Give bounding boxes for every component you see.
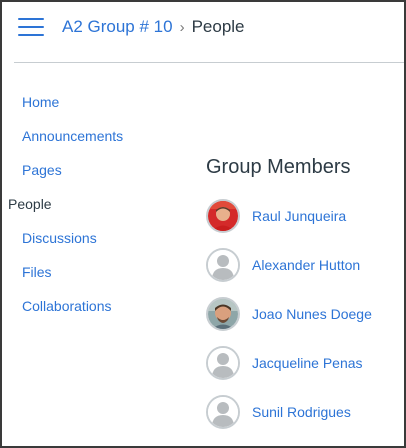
- member-row[interactable]: Sunil Rodrigues: [206, 395, 351, 429]
- member-name[interactable]: Joao Nunes Doege: [252, 306, 372, 322]
- member-row[interactable]: Alexander Hutton: [206, 248, 360, 282]
- user-photo-icon: [208, 201, 238, 231]
- user-photo-icon: [208, 299, 238, 329]
- member-name[interactable]: Jacqueline Penas: [252, 355, 363, 371]
- nav-item-people[interactable]: People: [8, 194, 52, 214]
- app-frame: A2 Group # 10 › People Home Announcement…: [0, 0, 406, 448]
- header: A2 Group # 10 › People: [2, 2, 404, 62]
- default-user-icon: [208, 348, 238, 378]
- member-avatar: [206, 199, 240, 233]
- member-avatar: [206, 346, 240, 380]
- hamburger-menu-icon[interactable]: [18, 16, 44, 38]
- breadcrumb: A2 Group # 10 › People: [62, 16, 245, 38]
- chevron-right-icon: ›: [179, 18, 185, 36]
- member-avatar: [206, 248, 240, 282]
- nav-item-announcements[interactable]: Announcements: [22, 126, 123, 146]
- header-divider: [14, 62, 404, 63]
- nav-item-pages[interactable]: Pages: [22, 160, 62, 180]
- member-avatar: [206, 297, 240, 331]
- breadcrumb-group-link[interactable]: A2 Group # 10: [62, 17, 173, 37]
- hamburger-line: [18, 18, 44, 20]
- nav-item-home[interactable]: Home: [22, 92, 59, 112]
- member-row[interactable]: Raul Junqueira: [206, 199, 346, 233]
- default-user-icon: [208, 397, 238, 427]
- member-name[interactable]: Raul Junqueira: [252, 208, 346, 224]
- breadcrumb-current: People: [191, 17, 245, 36]
- nav-item-collaborations[interactable]: Collaborations: [22, 296, 112, 316]
- nav-item-files[interactable]: Files: [22, 262, 52, 282]
- member-row[interactable]: Jacqueline Penas: [206, 346, 363, 380]
- hamburger-line: [18, 34, 44, 36]
- default-user-icon: [208, 250, 238, 280]
- member-name[interactable]: Sunil Rodrigues: [252, 404, 351, 420]
- member-name[interactable]: Alexander Hutton: [252, 257, 360, 273]
- nav-item-discussions[interactable]: Discussions: [22, 228, 97, 248]
- member-avatar: [206, 395, 240, 429]
- hamburger-line: [18, 26, 44, 28]
- page-title: Group Members: [206, 156, 351, 178]
- member-row[interactable]: Joao Nunes Doege: [206, 297, 372, 331]
